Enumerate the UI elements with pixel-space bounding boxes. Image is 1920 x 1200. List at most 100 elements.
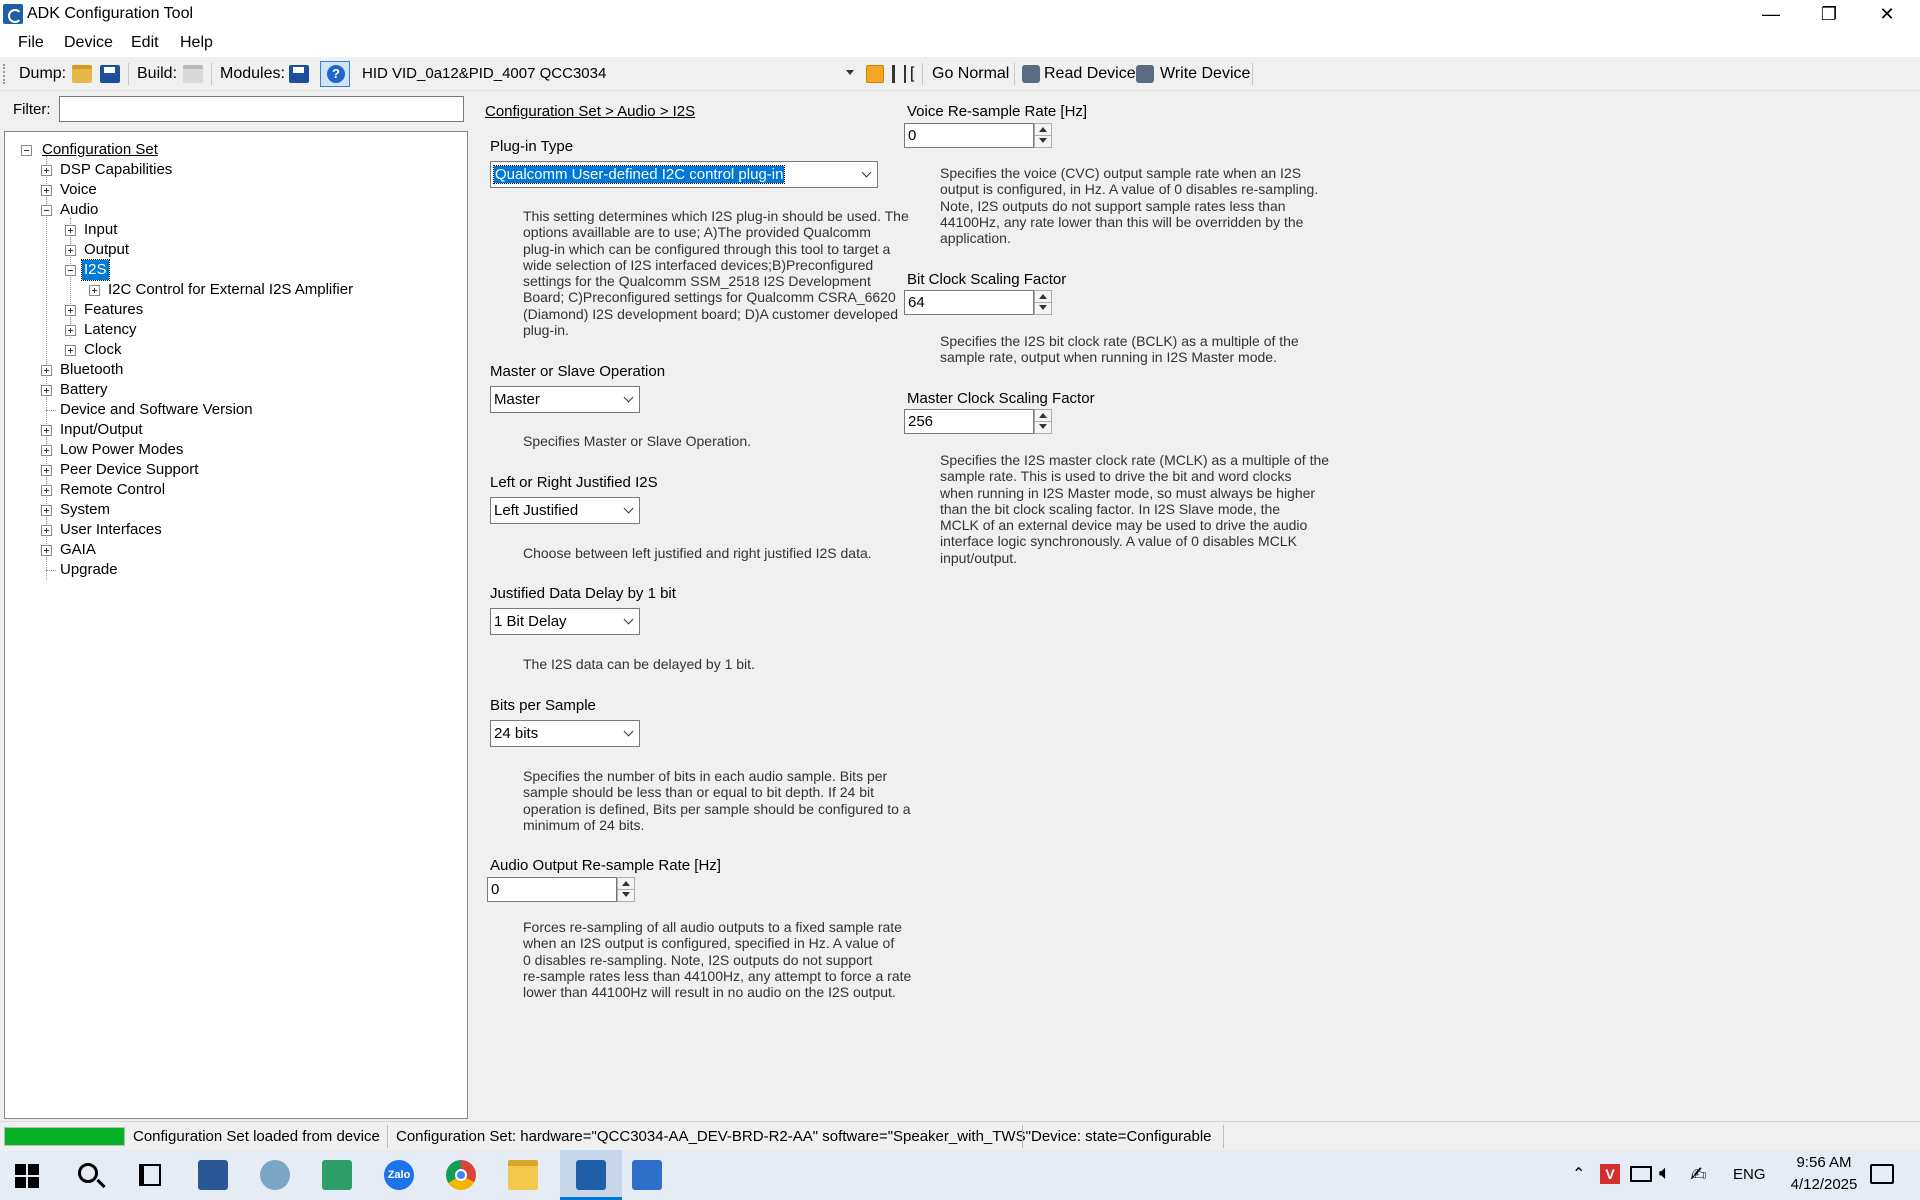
bit-clock-value: 64 (908, 294, 925, 311)
notification-center-icon[interactable] (1870, 1164, 1894, 1184)
status-separator (387, 1125, 388, 1148)
filter-input[interactable] (59, 96, 464, 122)
dump-save-icon[interactable] (100, 65, 120, 83)
spin-up-icon[interactable] (1039, 127, 1047, 132)
build-folder-icon[interactable] (183, 65, 203, 83)
spin-up-icon[interactable] (622, 881, 630, 886)
data-delay-label: Justified Data Delay by 1 bit (490, 585, 676, 602)
read-device-button[interactable]: Read Device (1044, 65, 1136, 83)
search-icon[interactable] (78, 1163, 98, 1183)
expand-icon[interactable] (41, 385, 52, 396)
voice-resample-description: Specifies the voice (CVC) output sample … (940, 165, 1319, 247)
plugin-type-value: Qualcomm User-defined I2C control plug-i… (492, 165, 786, 184)
device-select[interactable]: HID VID_0a12&PID_4007 QCC3034 (358, 61, 858, 87)
modules-label: Modules: (220, 65, 285, 82)
file-explorer-icon[interactable] (508, 1160, 538, 1190)
toolbar-separator (922, 63, 923, 85)
expand-icon[interactable] (41, 365, 52, 376)
expand-icon[interactable] (41, 525, 52, 536)
spin-up-icon[interactable] (1039, 294, 1047, 299)
spin-down-icon[interactable] (1039, 305, 1047, 310)
master-clock-input[interactable]: 256 (904, 409, 1034, 434)
expand-icon[interactable] (41, 185, 52, 196)
expand-icon[interactable] (41, 545, 52, 556)
close-button[interactable]: ✕ (1858, 0, 1916, 30)
expand-icon[interactable] (41, 465, 52, 476)
expand-icon[interactable] (89, 285, 100, 296)
voice-resample-spinner[interactable] (1034, 123, 1052, 148)
minimize-button[interactable]: — (1742, 0, 1800, 30)
expand-icon[interactable] (65, 225, 76, 236)
expand-icon[interactable] (41, 445, 52, 456)
collapse-icon[interactable] (21, 145, 32, 156)
bit-clock-spinner[interactable] (1034, 290, 1052, 315)
menu-file[interactable]: File (18, 34, 44, 52)
write-device-icon[interactable] (1136, 65, 1154, 83)
toolbar: Dump: Build: Modules: ? HID VID_0a12&PID… (0, 57, 1920, 91)
bits-per-sample-select[interactable]: 24 bits (490, 720, 640, 747)
collapse-icon[interactable] (41, 205, 52, 216)
tray-pen-icon[interactable]: ✍︎ (1690, 1162, 1707, 1187)
status-bar: Configuration Set loaded from device Con… (0, 1121, 1920, 1150)
task-view-icon[interactable] (139, 1164, 161, 1186)
dump-open-folder-icon[interactable] (72, 65, 92, 83)
spin-down-icon[interactable] (1039, 424, 1047, 429)
master-slave-select[interactable]: Master (490, 386, 640, 413)
powershell-icon[interactable] (198, 1160, 228, 1190)
expand-icon[interactable] (65, 305, 76, 316)
menu-edit[interactable]: Edit (131, 34, 159, 52)
help-icon: ? (327, 65, 345, 83)
breadcrumb[interactable]: Configuration Set > Audio > I2S (485, 103, 695, 120)
expand-icon[interactable] (65, 245, 76, 256)
voice-resample-label: Voice Re-sample Rate [Hz] (907, 103, 1088, 120)
maximize-button[interactable]: ❐ (1800, 0, 1858, 30)
help-button[interactable]: ? (320, 61, 350, 87)
gear-app-icon[interactable] (260, 1160, 290, 1190)
tray-network-icon[interactable] (1630, 1166, 1652, 1182)
tray-language[interactable]: ENG (1733, 1166, 1766, 1183)
justified-select[interactable]: Left Justified (490, 497, 640, 524)
read-device-icon[interactable] (1022, 65, 1040, 83)
spin-up-icon[interactable] (1039, 413, 1047, 418)
zalo-icon[interactable]: Zalo (384, 1160, 414, 1190)
menu-help[interactable]: Help (180, 34, 213, 52)
tray-date[interactable]: 4/12/2025 (1777, 1176, 1871, 1193)
tray-volume-icon[interactable]: 🔈︎ (1659, 1162, 1671, 1185)
plugin-type-description: This setting determines which I2S plug-i… (523, 208, 909, 339)
orange-tool-icon[interactable] (866, 65, 884, 83)
data-delay-select[interactable]: 1 Bit Delay (490, 608, 640, 635)
expand-icon[interactable] (65, 325, 76, 336)
tray-v-icon[interactable]: V (1600, 1164, 1620, 1184)
tray-time[interactable]: 9:56 AM (1783, 1154, 1865, 1171)
window-title: ADK Configuration Tool (27, 5, 194, 22)
tray-chevron-up-icon[interactable]: ⌃ (1572, 1164, 1585, 1184)
security-tool-icon[interactable] (322, 1160, 352, 1190)
configuration-tree[interactable]: Configuration Set DSP Capabilities Voice… (4, 131, 468, 1119)
bit-clock-input[interactable]: 64 (904, 290, 1034, 315)
chrome-icon[interactable] (446, 1160, 476, 1190)
expand-icon[interactable] (41, 165, 52, 176)
expand-icon[interactable] (41, 505, 52, 516)
audio-resample-spinner[interactable] (617, 877, 635, 902)
expand-icon[interactable] (41, 485, 52, 496)
adk-taskbar-button-active[interactable] (560, 1150, 622, 1200)
go-normal-button[interactable]: Go Normal (932, 65, 1009, 83)
debug-icon[interactable] (892, 65, 906, 83)
bits-per-sample-value: 24 bits (494, 725, 539, 742)
voice-resample-input[interactable]: 0 (904, 123, 1034, 148)
start-windows-icon[interactable] (15, 1164, 39, 1188)
config-tool-icon[interactable] (632, 1160, 662, 1190)
adk-app-icon (3, 4, 23, 24)
master-clock-spinner[interactable] (1034, 409, 1052, 434)
justified-label: Left or Right Justified I2S (490, 474, 658, 491)
menu-device[interactable]: Device (64, 34, 113, 52)
write-device-button[interactable]: Write Device (1160, 65, 1250, 83)
spin-down-icon[interactable] (622, 892, 630, 897)
collapse-icon[interactable] (65, 265, 76, 276)
plugin-type-select[interactable]: Qualcomm User-defined I2C control plug-i… (490, 161, 878, 188)
expand-icon[interactable] (41, 425, 52, 436)
spin-down-icon[interactable] (1039, 138, 1047, 143)
audio-resample-input[interactable]: 0 (487, 877, 617, 902)
modules-save-icon[interactable] (289, 65, 309, 83)
expand-icon[interactable] (65, 345, 76, 356)
